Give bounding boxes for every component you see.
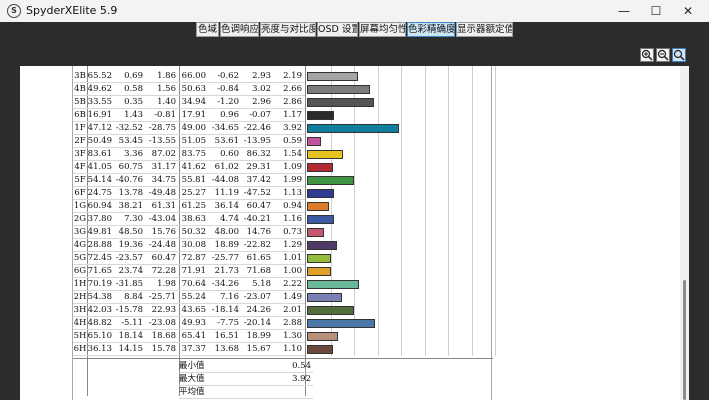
delta-e-bar: [307, 98, 375, 107]
table-row: 5G 72.45 -23.57 60.47 72.87 -25.77 61.65 1.01: [73, 252, 493, 265]
stats-row: 最小值 0.54: [73, 360, 493, 373]
stats-row: 最大值 3.92: [73, 373, 493, 386]
table-row: 4B 49.62 0.58 1.56 50.63 -0.84 3.02 2.66: [73, 83, 493, 96]
table-row: 4F 41.05 60.75 31.17 41.62 61.02 29.31 1.09: [73, 161, 493, 174]
table-row: 5F 54.14 -40.76 34.75 55.81 -44.08 37.42 1.99: [73, 174, 493, 187]
delta-e-bar: [307, 293, 342, 302]
stats-divider: [73, 358, 493, 359]
report-page: 3B 65.52 0.69 1.86 66.00 -0.62 2.93 2.19 4B 49.62…: [72, 66, 496, 400]
delta-e-bar: [307, 189, 334, 198]
table-row: 5H 65.10 18.14 18.68 65.41 16.51 18.99 1.30: [73, 330, 493, 343]
table-row: 1H 70.19 -31.85 1.98 70.64 -34.26 5.18 2.22: [73, 278, 493, 291]
table-row: 4H 48.82 -5.11 -23.08 49.93 -7.75 -20.14 2.88: [73, 317, 493, 330]
delta-e-bar: [307, 332, 338, 341]
table-row: 3H 42.03 -15.78 22.93 43.65 -18.14 24.26 2.01: [73, 304, 493, 317]
table-row: 5B 33.55 0.35 1.40 34.94 -1.20 2.96 2.86: [73, 96, 493, 109]
minimize-button[interactable]: —: [608, 0, 640, 22]
table-row: 1G 60.94 38.21 61.31 61.25 36.14 60.47 0.94: [73, 200, 493, 213]
delta-e-bar: [307, 254, 331, 263]
zoom-fit-button[interactable]: [672, 48, 686, 62]
chart-gridline: [495, 66, 496, 356]
delta-e-bar: [307, 85, 370, 94]
zoom-out-icon: [657, 49, 669, 61]
table-row: 6F 24.75 13.78 -49.48 25.27 11.19 -47.52 1.13: [73, 187, 493, 200]
window-title: SpyderXElite 5.9: [26, 4, 118, 17]
delta-e-bar: [307, 111, 335, 120]
row-divider: [179, 398, 313, 399]
table-row: 2H 54.38 8.84 -25.71 55.24 7.16 -23.07 1.49: [73, 291, 493, 304]
delta-e-bar: [307, 137, 321, 146]
delta-e-bar: [307, 280, 360, 289]
tab-tone-response[interactable]: 色调响应: [220, 22, 259, 37]
scrollbar-thumb[interactable]: [683, 280, 686, 400]
delta-e-bar: [307, 267, 331, 276]
delta-e-bar: [307, 202, 330, 211]
tab-brightness-contrast[interactable]: 亮度与对比度: [260, 22, 316, 37]
table-row: 6B 16.91 1.43 -0.81 17.91 0.96 -0.07 1.17: [73, 109, 493, 122]
stats-row: 平均值: [73, 386, 493, 399]
delta-e-bar: [307, 306, 355, 315]
zoom-fit-icon: [673, 49, 685, 61]
app-window: S SpyderXElite 5.9 — ☐ ✕ 色域 色调响应 亮度与对比度 …: [0, 0, 709, 400]
delta-e-bar: [307, 241, 338, 250]
tab-gamut[interactable]: 色域: [196, 22, 219, 37]
zoom-in-button[interactable]: [640, 48, 654, 62]
close-button[interactable]: ✕: [672, 0, 704, 22]
zoom-in-icon: [641, 49, 653, 61]
table-row: 2F 50.49 53.45 -13.55 51.05 53.61 -13.95 0.59: [73, 135, 493, 148]
delta-e-bar: [307, 163, 333, 172]
delta-e-bar: [307, 176, 354, 185]
table-row: 3G 49.81 48.50 15.76 50.32 48.00 14.76 0.73: [73, 226, 493, 239]
table-row: 1F 47.12 -32.52 -28.75 49.00 -34.65 -22.46 3.92: [73, 122, 493, 135]
maximize-button[interactable]: ☐: [640, 0, 672, 22]
app-logo-icon: S: [7, 4, 21, 18]
tab-screen-uniformity[interactable]: 屏幕均匀性: [359, 22, 406, 37]
delta-e-bar: [307, 228, 325, 237]
title-bar: S SpyderXElite 5.9 — ☐ ✕: [0, 0, 709, 22]
delta-e-bar: [307, 150, 344, 159]
table-row: 4G 28.88 19.36 -24.48 30.08 18.89 -22.82 1.29: [73, 239, 493, 252]
delta-e-bar: [307, 345, 333, 354]
delta-e-bar: [307, 215, 335, 224]
table-row: 6H 36.13 14.15 15.78 37.37 13.68 15.67 1.10: [73, 343, 493, 356]
tab-color-accuracy[interactable]: 色彩精确度: [407, 22, 455, 37]
delta-e-bar: [307, 319, 375, 328]
tab-osd-settings[interactable]: OSD 设置: [317, 22, 358, 37]
table-row: 6G 71.65 23.74 72.28 71.91 21.73 71.68 1.00: [73, 265, 493, 278]
table-row: 3F 83.61 3.36 87.02 83.75 0.60 86.32 1.54: [73, 148, 493, 161]
vertical-scrollbar[interactable]: [680, 66, 689, 400]
table-row: 3B 65.52 0.69 1.86 66.00 -0.62 2.93 2.19: [73, 70, 493, 83]
table-row: 2G 37.80 7.30 -43.04 38.63 4.74 -40.21 1.16: [73, 213, 493, 226]
delta-e-bar: [307, 124, 400, 133]
zoom-out-button[interactable]: [656, 48, 670, 62]
row-divider: [73, 355, 305, 356]
report-viewer[interactable]: 3B 65.52 0.69 1.86 66.00 -0.62 2.93 2.19 4B 49.62…: [20, 66, 689, 400]
tab-bar: 色域 色调响应 亮度与对比度 OSD 设置 屏幕均匀性 色彩精确度 显示器额定值: [0, 22, 709, 38]
delta-e-bar: [307, 72, 359, 81]
tab-display-rating[interactable]: 显示器额定值: [456, 22, 513, 37]
